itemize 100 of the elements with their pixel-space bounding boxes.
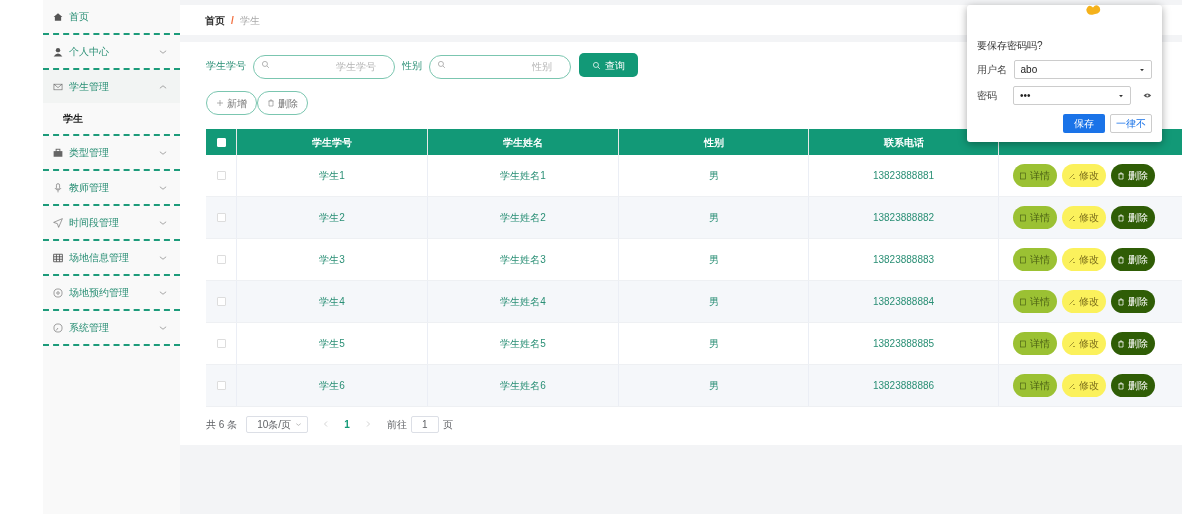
table-cell-text: 13823888882: [872, 211, 935, 225]
table-cell-text: 学生2: [319, 211, 345, 225]
sidebar-menu-item[interactable]: 系统管理: [43, 311, 180, 344]
document-icon: [1019, 255, 1027, 264]
table-cell-text: 学生4: [319, 295, 345, 309]
table-cell-text: 学生姓名6: [500, 379, 546, 393]
envelope-icon: [53, 81, 63, 92]
table-cell-text: 男: [708, 211, 719, 225]
sidebar-menu-item[interactable]: 时间段管理: [43, 206, 180, 239]
trash-icon: [1117, 297, 1125, 306]
document-icon: [1019, 213, 1027, 222]
grid-icon: [53, 252, 63, 263]
gauge-icon: [53, 322, 63, 333]
sidebar-menu-item[interactable]: 教师管理: [43, 171, 180, 204]
row-checkbox[interactable]: [216, 297, 226, 306]
sidebar-menu-item[interactable]: 场地信息管理: [43, 241, 180, 274]
popup-title: 要保存密码吗?: [977, 39, 1044, 53]
user-icon: [53, 46, 63, 57]
sidebar-menu-item[interactable]: 场地预约管理: [43, 276, 180, 309]
delete-button[interactable]: 删除: [1110, 290, 1155, 313]
detail-button[interactable]: 详情: [1012, 206, 1057, 229]
search-field[interactable]: 学生学号: [253, 54, 395, 79]
sidebar-menu-item[interactable]: 首页: [43, 0, 180, 33]
document-icon: [1019, 381, 1027, 390]
table-cell-text: 学生1: [319, 169, 345, 183]
field-label: 学生学号: [206, 58, 246, 73]
trash-icon: [1117, 171, 1125, 180]
table-cell-text: 13823888885: [872, 337, 935, 351]
table-cell-text: 学生3: [319, 253, 345, 267]
total-count: 共 6 条: [206, 417, 238, 432]
table-cell-text: 学生6: [319, 379, 345, 393]
column-header: 性别: [703, 135, 724, 150]
table-cell-text: 男: [708, 253, 719, 267]
delete-button[interactable]: 删除: [1110, 164, 1155, 187]
search-icon: [592, 60, 601, 70]
table-cell-text: 13823888883: [872, 253, 935, 267]
send-icon: [53, 217, 63, 228]
table-cell-text: 男: [708, 169, 719, 183]
query-button[interactable]: 查询: [579, 53, 638, 77]
edit-button[interactable]: 修改: [1061, 248, 1106, 271]
save-button[interactable]: 保存: [1063, 114, 1105, 133]
edit-button[interactable]: 修改: [1061, 332, 1106, 355]
column-header: 学生姓名: [503, 135, 543, 150]
briefcase-icon: [53, 147, 63, 158]
trash-icon: [1117, 381, 1125, 390]
detail-button[interactable]: 详情: [1012, 248, 1057, 271]
edit-button[interactable]: 修改: [1061, 374, 1106, 397]
delete-button[interactable]: 删除: [1110, 332, 1155, 355]
edit-button[interactable]: 修改: [1061, 164, 1106, 187]
password-field[interactable]: •••: [1013, 86, 1132, 105]
sidebar-menu-item[interactable]: 类型管理: [43, 136, 180, 169]
row-checkbox[interactable]: [216, 255, 226, 264]
page-suffix: 页: [442, 417, 453, 432]
dial-icon: [53, 287, 63, 298]
never-button[interactable]: 一律不: [1110, 114, 1152, 133]
table-cell-text: 13823888884: [872, 295, 935, 309]
eye-icon: [1143, 91, 1152, 100]
row-checkbox[interactable]: [216, 339, 226, 348]
edit-button[interactable]: 修改: [1061, 290, 1106, 313]
row-checkbox[interactable]: [216, 171, 226, 180]
search-field[interactable]: 性别: [429, 54, 571, 79]
page-size-select[interactable]: 10条/页: [246, 415, 309, 433]
delete-button[interactable]: 删除: [1110, 248, 1155, 271]
pencil-icon: [1068, 297, 1076, 306]
delete-button[interactable]: 删除: [1110, 206, 1155, 229]
table-cell-text: 男: [708, 379, 719, 393]
home-icon: [53, 11, 63, 22]
edit-button[interactable]: 修改: [1061, 206, 1106, 229]
username-field[interactable]: abo: [1013, 60, 1152, 79]
search-icon: [437, 60, 446, 69]
goto-label: 前往: [386, 417, 407, 432]
table-cell-text: 学生姓名2: [500, 211, 546, 225]
table-cell-text: 13823888886: [872, 379, 935, 393]
row-checkbox[interactable]: [216, 381, 226, 390]
chevron-icon: [295, 420, 303, 428]
delete-button[interactable]: 删除: [1110, 374, 1155, 397]
search-icon: [261, 60, 270, 69]
pencil-icon: [1068, 213, 1076, 222]
page-number[interactable]: 1: [344, 416, 350, 432]
page-input[interactable]: 1: [410, 415, 439, 433]
sidebar-menu-item[interactable]: 学生管理: [43, 70, 180, 103]
pencil-icon: [1068, 381, 1076, 390]
detail-button[interactable]: 详情: [1012, 332, 1057, 355]
field-label: 密码: [977, 89, 998, 103]
detail-button[interactable]: 详情: [1012, 290, 1057, 313]
detail-button[interactable]: 详情: [1012, 374, 1057, 397]
detail-button[interactable]: 详情: [1012, 164, 1057, 187]
row-checkbox[interactable]: [216, 213, 226, 222]
table-cell-text: 学生姓名3: [500, 253, 546, 267]
plus-icon: [216, 99, 224, 107]
sidebar-menu-item[interactable]: 个人中心: [43, 35, 180, 68]
dropdown-icon: [1118, 92, 1125, 99]
table-cell-text: 13823888881: [872, 169, 935, 183]
document-icon: [1019, 297, 1027, 306]
sidebar-submenu-item[interactable]: 学生: [43, 103, 180, 134]
document-icon: [1019, 171, 1027, 180]
trash-icon: [1117, 339, 1125, 348]
breadcrumb-item[interactable]: 首页: [205, 12, 225, 28]
table-cell-text: 学生姓名4: [500, 295, 546, 309]
field-label: 用户名: [977, 63, 1008, 77]
